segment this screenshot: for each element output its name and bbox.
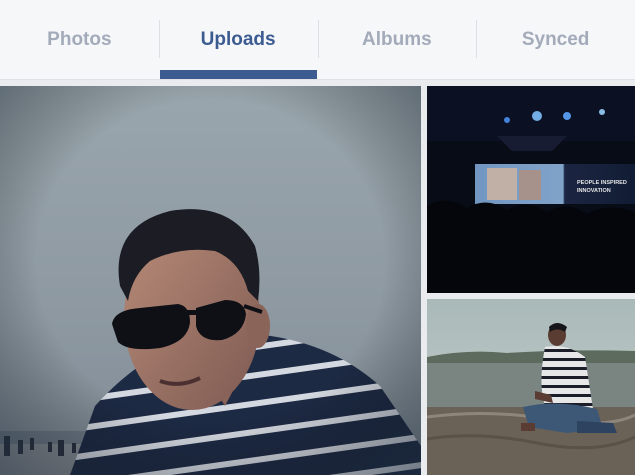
photo-stage-image: PEOPLE INSPIRED INNOVATION: [427, 86, 635, 293]
tab-synced[interactable]: Synced: [476, 0, 635, 79]
tab-bar: Photos Uploads Albums Synced: [0, 0, 635, 80]
tab-synced-label: Synced: [521, 28, 590, 50]
tab-photos-label: Photos: [47, 28, 112, 50]
photo-selfie-beach[interactable]: [0, 86, 421, 475]
photo-man-crouching-shore[interactable]: [427, 299, 635, 475]
photo-shore-image: [427, 299, 635, 475]
photo-grid: PEOPLE INSPIRED INNOVATION: [0, 86, 635, 475]
uploads-screen: Photos Uploads Albums Synced PEOPLE INSP…: [0, 0, 635, 475]
tab-albums[interactable]: Albums: [317, 0, 477, 79]
photo-selfie-image: [0, 86, 421, 475]
tab-uploads[interactable]: Uploads: [158, 0, 318, 79]
tab-photos[interactable]: Photos: [0, 0, 159, 79]
photo-stage-presentation[interactable]: PEOPLE INSPIRED INNOVATION: [427, 86, 635, 293]
tab-uploads-label: Uploads: [200, 28, 276, 50]
active-tab-indicator: [159, 70, 317, 79]
tab-albums-label: Albums: [362, 28, 432, 50]
